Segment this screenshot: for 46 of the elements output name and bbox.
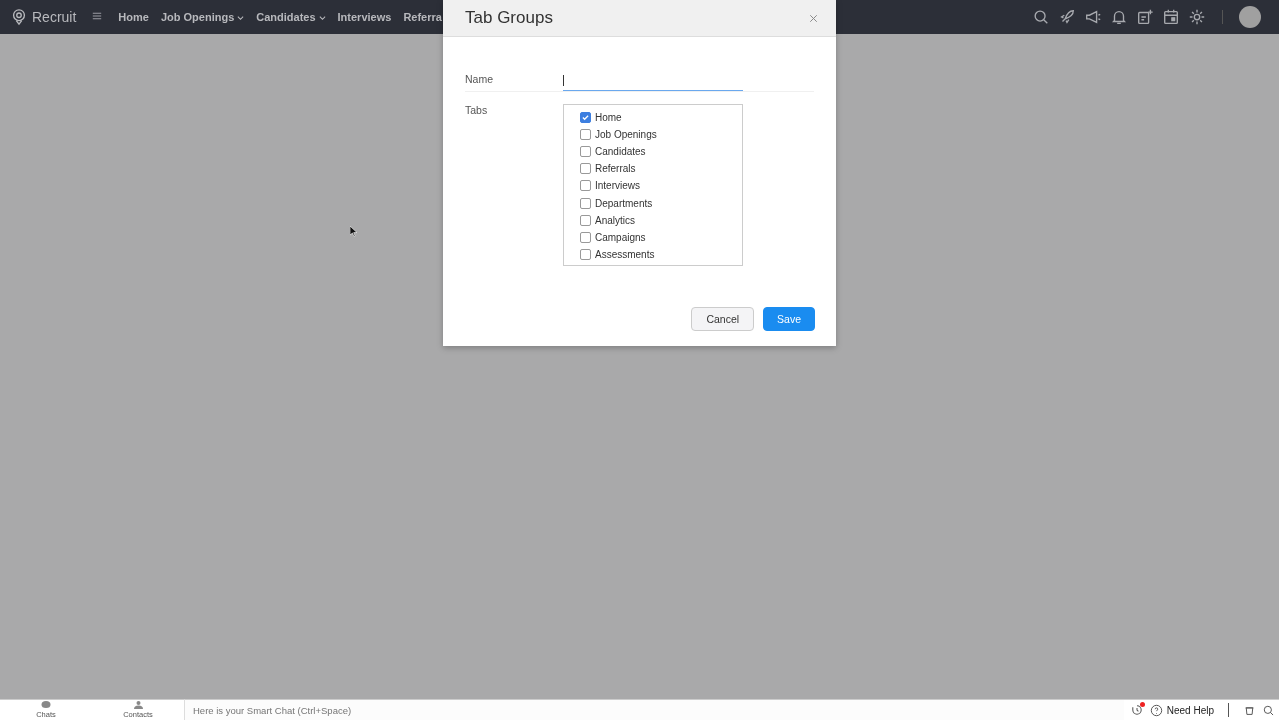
cancel-button[interactable]: Cancel	[691, 307, 755, 331]
checkbox[interactable]	[580, 197, 591, 209]
checkbox-label[interactable]: Job Openings	[595, 129, 657, 141]
mouse-pointer-icon	[350, 226, 358, 237]
nav-tab[interactable]: Candidates	[250, 11, 332, 23]
nav-tab[interactable]: Job Openings	[154, 11, 251, 23]
checkbox[interactable]	[580, 248, 591, 260]
bell-icon[interactable]	[1110, 8, 1128, 26]
add-note-icon[interactable]	[1136, 8, 1154, 26]
dialog-title: Tab Groups	[465, 8, 554, 28]
search-icon[interactable]	[1262, 703, 1275, 717]
help-icon	[1149, 703, 1163, 717]
checkbox[interactable]	[580, 231, 591, 243]
checkbox[interactable]	[580, 146, 591, 158]
caret-icon	[318, 13, 326, 21]
checkbox[interactable]	[580, 112, 591, 124]
logo-icon[interactable]	[10, 8, 28, 26]
checkbox[interactable]	[580, 214, 591, 226]
history-icon[interactable]	[1129, 703, 1144, 717]
person-icon	[133, 701, 143, 709]
nav-tab[interactable]: Referra	[397, 11, 448, 23]
checkbox-label[interactable]: Candidates	[595, 146, 646, 158]
chat-icon	[41, 701, 51, 709]
checkbox-label[interactable]: Departments	[595, 197, 653, 209]
checkbox[interactable]	[580, 129, 591, 141]
search-icon[interactable]	[1032, 8, 1050, 26]
calendar-icon[interactable]	[1162, 8, 1180, 26]
checkbox[interactable]	[580, 180, 591, 192]
field-label: Name	[465, 73, 494, 87]
avatar[interactable]	[1239, 6, 1261, 28]
checkbox-label[interactable]: Home	[595, 112, 622, 124]
settings-icon[interactable]	[1188, 8, 1206, 26]
nav-tab[interactable]: Home	[112, 11, 155, 23]
checkbox-label[interactable]: Campaigns	[595, 231, 646, 243]
rocket-icon[interactable]	[1058, 8, 1076, 26]
smart-chat-field[interactable]: Here is your Smart Chat (Ctrl+Space)	[184, 699, 1124, 720]
caret-icon	[237, 13, 245, 21]
checkbox-label[interactable]: Interviews	[595, 180, 640, 192]
checkbox-label[interactable]: Analytics	[595, 214, 635, 226]
app-name[interactable]: Recruit	[32, 9, 77, 25]
checkbox[interactable]	[580, 163, 591, 175]
field-label: Tabs	[465, 104, 489, 118]
megaphone-icon[interactable]	[1084, 8, 1102, 26]
checkbox-label[interactable]: Assessments	[595, 248, 655, 260]
checkbox-label[interactable]: Referrals	[595, 163, 636, 175]
nav-tab[interactable]: Interviews	[331, 11, 398, 23]
